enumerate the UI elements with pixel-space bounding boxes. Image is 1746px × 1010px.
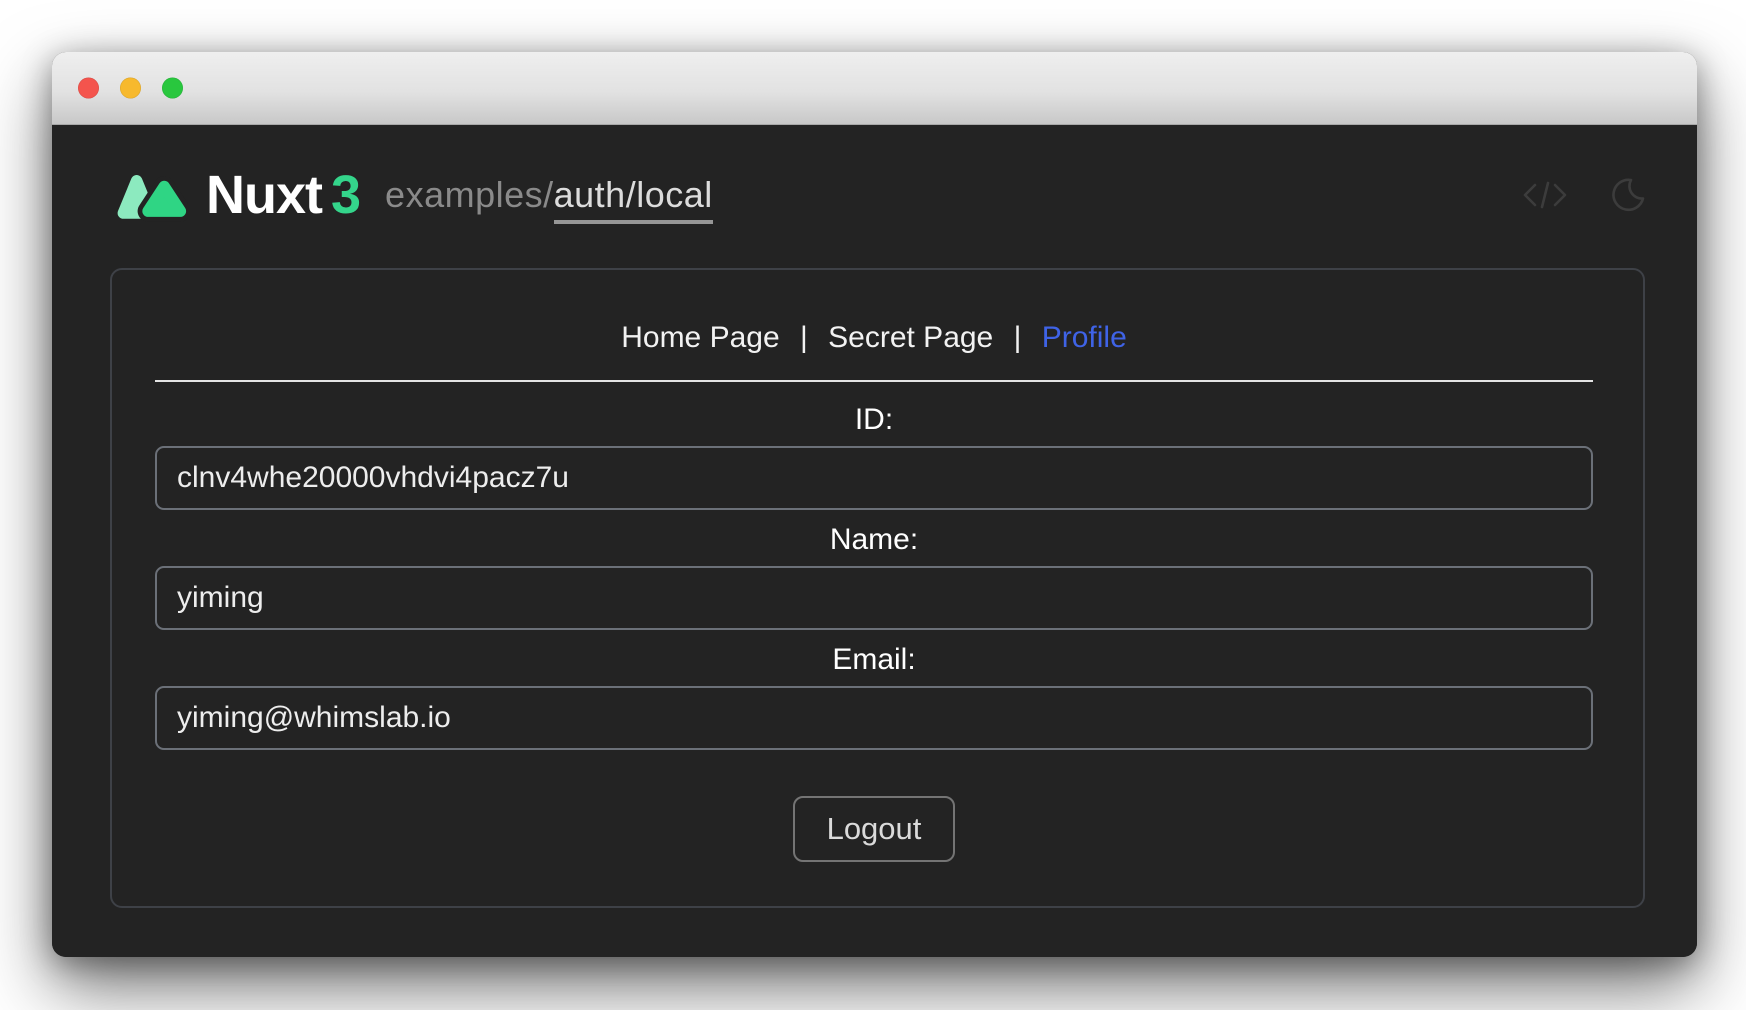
button-row: Logout — [155, 796, 1593, 862]
id-input[interactable] — [155, 446, 1593, 510]
breadcrumb-link[interactable]: auth/local — [554, 174, 713, 224]
close-window-button[interactable] — [78, 78, 99, 99]
maximize-window-button[interactable] — [162, 78, 183, 99]
minimize-window-button[interactable] — [120, 78, 141, 99]
nav-separator: | — [1014, 321, 1022, 354]
name-label: Name: — [155, 522, 1593, 558]
window-titlebar — [52, 52, 1697, 125]
site-header: Nuxt 3 examples/auth/local — [110, 165, 1645, 225]
page-nav: Home Page | Secret Page | Profile — [155, 320, 1593, 356]
nuxt-mountains-icon — [110, 166, 188, 224]
logout-button[interactable]: Logout — [793, 796, 956, 862]
profile-card: Home Page | Secret Page | Profile ID: Na… — [110, 268, 1645, 908]
email-input[interactable] — [155, 686, 1593, 750]
browser-window: Nuxt 3 examples/auth/local Home Page | S… — [52, 52, 1697, 957]
brand-name: Nuxt — [206, 164, 322, 226]
traffic-lights — [78, 78, 183, 99]
nav-link-profile[interactable]: Profile — [1042, 321, 1127, 354]
moon-icon[interactable] — [1609, 176, 1645, 214]
nav-link-home-page[interactable]: Home Page — [621, 321, 779, 354]
nuxt-logo-link[interactable]: Nuxt 3 — [110, 164, 361, 226]
id-label: ID: — [155, 402, 1593, 438]
nav-link-secret-page[interactable]: Secret Page — [828, 321, 993, 354]
nav-separator: | — [800, 321, 808, 354]
page-content: Nuxt 3 examples/auth/local Home Page | S… — [52, 165, 1697, 957]
brand-version: 3 — [331, 164, 361, 226]
email-label: Email: — [155, 642, 1593, 678]
nav-divider — [155, 380, 1593, 382]
name-input[interactable] — [155, 566, 1593, 630]
breadcrumb-prefix: examples/ — [385, 174, 554, 215]
breadcrumb: examples/auth/local — [385, 174, 713, 216]
code-icon[interactable] — [1523, 178, 1567, 212]
